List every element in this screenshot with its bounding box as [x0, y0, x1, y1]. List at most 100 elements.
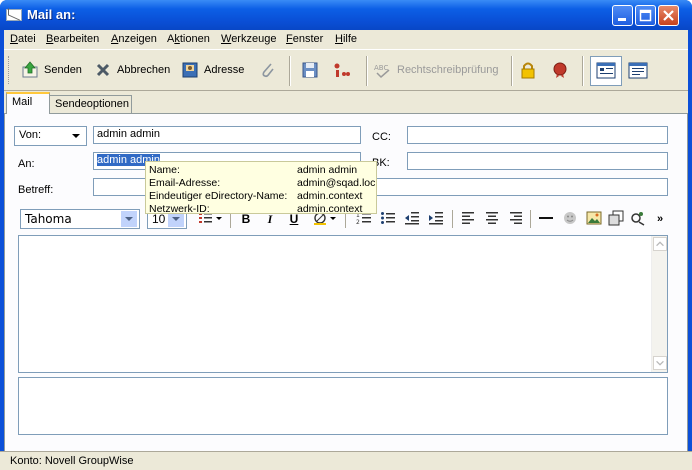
menu-fenster[interactable]: Fenster	[286, 33, 323, 45]
emoticon-button[interactable]	[560, 210, 580, 228]
body-scrollbar[interactable]	[651, 236, 667, 372]
lock-icon	[521, 62, 535, 79]
insert-picture-button[interactable]	[584, 210, 604, 228]
horizontal-line-button[interactable]	[536, 210, 556, 228]
cc-label: CC:	[372, 131, 391, 143]
toolbar-overflow-button[interactable]: »	[650, 210, 670, 228]
increase-indent-button[interactable]	[426, 210, 446, 228]
insert-object-button[interactable]	[606, 210, 626, 228]
toolbar-separator	[530, 210, 531, 228]
address-book-button[interactable]: Adresse	[181, 58, 244, 82]
paperclip-icon	[262, 63, 274, 78]
menu-anzeigen[interactable]: Anzeigen	[111, 33, 157, 45]
insert-link-button[interactable]	[628, 210, 648, 228]
cc-field[interactable]	[407, 126, 668, 144]
status-bar: Konto: Novell GroupWise	[0, 451, 692, 470]
toolbar-separator	[366, 56, 368, 86]
cancel-icon	[96, 63, 110, 77]
menu-aktionen[interactable]: Aktionen	[167, 33, 210, 45]
font-name-dropdown[interactable]: Tahoma	[20, 209, 140, 229]
tooltip-value: admin.context	[297, 190, 363, 202]
tab-strip: Mail Sendeoptionen	[4, 92, 688, 114]
indent-icon	[429, 212, 443, 225]
align-center-button[interactable]	[482, 210, 502, 228]
status-account: Konto: Novell GroupWise	[10, 455, 134, 467]
emoticon-icon	[564, 212, 576, 224]
chevron-up-icon	[656, 241, 664, 247]
toolbar-separator	[452, 210, 453, 228]
floppy-disk-icon	[302, 62, 318, 78]
svg-text:ABC: ABC	[374, 64, 388, 72]
mail-window: Mail an: Datei Bearbeiten Anzeigen Aktio…	[0, 0, 692, 470]
maximize-button[interactable]	[635, 5, 656, 26]
align-left-button[interactable]	[458, 210, 478, 228]
tooltip-label: Eindeutiger eDirectory-Name:	[149, 190, 288, 202]
tooltip-value: admin admin	[297, 164, 358, 176]
svg-text:2: 2	[356, 219, 360, 226]
subject-label: Betreff:	[18, 184, 54, 196]
align-left-icon	[462, 212, 474, 224]
recipient-tooltip: Name: admin admin Email-Adresse: admin@s…	[145, 161, 377, 215]
to-label: An:	[18, 158, 35, 170]
close-button[interactable]	[658, 5, 679, 26]
envelope-icon	[6, 9, 22, 21]
spellcheck-button[interactable]: ABC Rechtschreibprüfung	[374, 58, 499, 82]
minimize-button[interactable]	[612, 5, 633, 26]
cancel-button[interactable]: Abbrechen	[94, 58, 170, 82]
from-field[interactable]: admin admin	[93, 126, 361, 144]
menu-datei[interactable]: Datei	[10, 33, 36, 45]
sign-button[interactable]	[551, 58, 574, 82]
main-toolbar: Senden Abbrechen Adresse ABC Rechtschrei…	[4, 49, 688, 91]
toolbar-separator	[511, 56, 513, 86]
align-right-icon	[510, 212, 522, 224]
seal-icon	[553, 62, 567, 78]
encrypt-button[interactable]	[519, 58, 542, 82]
link-icon	[631, 212, 645, 226]
tab-send-options[interactable]: Sendeoptionen	[49, 95, 132, 114]
chevron-down-icon	[121, 211, 137, 227]
outdent-icon	[405, 212, 419, 225]
bc-field[interactable]	[407, 152, 668, 170]
menu-hilfe[interactable]: Hilfe	[335, 33, 357, 45]
view-plain-button[interactable]	[622, 56, 654, 86]
menu-bearbeiten[interactable]: Bearbeiten	[46, 33, 99, 45]
save-draft-button[interactable]	[301, 58, 324, 82]
client-area: Datei Bearbeiten Anzeigen Aktionen Werkz…	[4, 30, 688, 466]
priority-icon	[334, 63, 350, 77]
toolbar-grip[interactable]	[8, 56, 11, 84]
scroll-up-button[interactable]	[653, 237, 667, 251]
view-mail-button[interactable]	[590, 56, 622, 86]
from-dropdown[interactable]: Von:	[14, 126, 87, 146]
spellcheck-icon: ABC	[374, 64, 390, 79]
tooltip-value: admin.context	[297, 203, 363, 215]
align-center-icon	[486, 212, 498, 224]
object-icon	[608, 210, 624, 226]
chevron-down-icon	[72, 134, 80, 138]
window-title: Mail an:	[27, 7, 76, 22]
tab-mail[interactable]: Mail	[6, 92, 50, 114]
send-button[interactable]: Senden	[21, 58, 82, 82]
title-bar[interactable]: Mail an:	[0, 0, 692, 30]
bullet-list-icon	[381, 212, 395, 224]
align-right-button[interactable]	[506, 210, 526, 228]
message-body[interactable]	[18, 235, 668, 373]
toolbar-separator	[582, 56, 584, 86]
toolbar-separator	[289, 56, 291, 86]
address-book-icon	[182, 62, 198, 78]
menu-bar: Datei Bearbeiten Anzeigen Aktionen Werkz…	[4, 30, 688, 49]
chevron-down-icon	[656, 360, 664, 366]
tooltip-label: Name:	[149, 164, 180, 176]
attachment-area[interactable]	[18, 377, 668, 435]
mail-view-icon	[596, 62, 616, 79]
send-icon	[22, 61, 38, 78]
tooltip-value: admin@sqad.loc	[297, 177, 376, 189]
tooltip-label: Email-Adresse:	[149, 177, 221, 189]
plain-view-icon	[628, 62, 648, 79]
menu-werkzeuge[interactable]: Werkzeuge	[221, 33, 276, 45]
tooltip-label: Netzwerk-ID:	[149, 203, 210, 215]
attach-button[interactable]	[259, 58, 282, 82]
priority-button[interactable]	[333, 58, 356, 82]
decrease-indent-button[interactable]	[402, 210, 422, 228]
bullet-list-button[interactable]	[378, 210, 398, 228]
scroll-down-button[interactable]	[653, 356, 667, 370]
